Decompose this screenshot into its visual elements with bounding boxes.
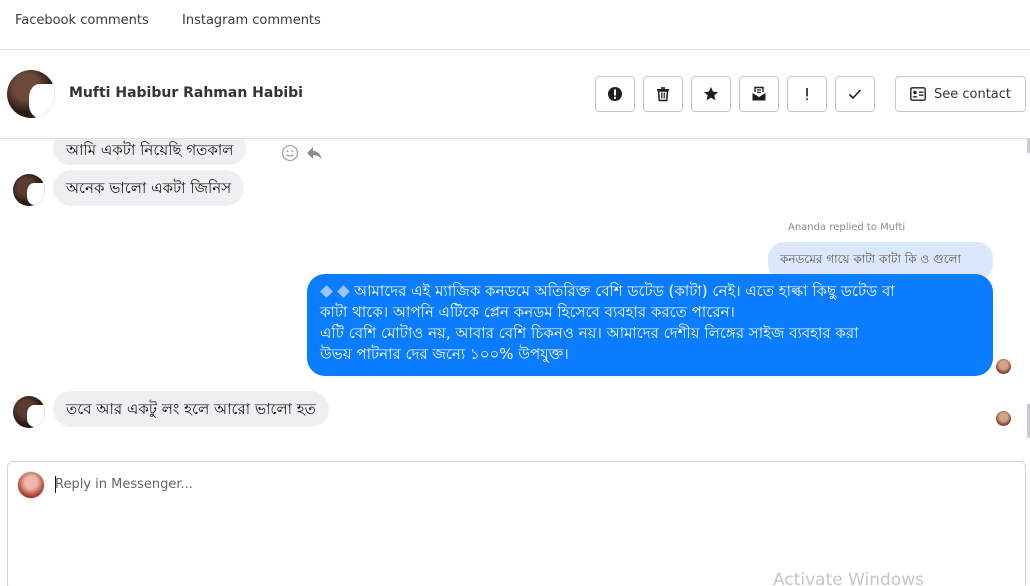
incoming-message[interactable]: আমি একটা নিয়েছি গতকাল	[53, 139, 247, 165]
contact-name[interactable]: Mufti Habibur Rahman Habibi	[69, 85, 303, 101]
message-text: আমি একটা নিয়েছি গতকাল	[66, 141, 234, 159]
message-text: অনেক ভালো একটা জিনিস	[66, 179, 232, 197]
outgoing-message[interactable]: আমাদের এই ম্যাজিক কনডমে অতিরিক্ত বেশি ডট…	[307, 274, 993, 376]
smiley-icon[interactable]	[281, 144, 299, 162]
page-avatar	[17, 471, 45, 499]
reply-input[interactable]	[55, 477, 955, 492]
os-watermark: Activate Windows	[773, 570, 924, 586]
alert-circle-icon	[608, 87, 622, 101]
message-line: আমাদের এই ম্যাজিক কনডমে অতিরিক্ত বেশি ডট…	[320, 281, 981, 302]
contact-avatar-small[interactable]	[13, 174, 45, 206]
contact-avatar[interactable]	[7, 70, 55, 118]
incoming-message[interactable]: তবে আর একটু লং হলে আরো ভালো হত	[53, 391, 329, 427]
incoming-message[interactable]: অনেক ভালো একটা জিনিস	[53, 170, 245, 206]
diamond-icon	[320, 285, 333, 298]
move-to-inbox-button[interactable]	[739, 76, 779, 112]
contact-card-icon	[910, 87, 926, 101]
read-receipt-avatar	[996, 411, 1011, 426]
messenger-inbox: Facebook comments Instagram comments Muf…	[0, 0, 1030, 586]
mark-unread-button[interactable]	[787, 76, 827, 112]
see-contact-label: See contact	[933, 86, 1012, 102]
comment-tabs: Facebook comments Instagram comments	[0, 0, 1030, 50]
message-line: এটি বেশি মোটাও নয়, আবার বেশি চিকনও নয়।…	[320, 324, 859, 342]
delete-button[interactable]	[643, 76, 683, 112]
message-line: কাটা থাকে। আপনি এটিকে প্লেন কনডম হিসেবে …	[320, 303, 735, 321]
message-line: উভয় পাটনার দের জন্যে ১০০% উপযুক্ত।	[320, 345, 569, 363]
exclamation-icon	[806, 88, 808, 101]
inbox-archive-icon	[752, 86, 766, 101]
tab-facebook-comments[interactable]: Facebook comments	[15, 13, 149, 28]
reply-composer	[7, 461, 1026, 586]
read-receipt-avatar	[996, 359, 1011, 374]
diamond-icon	[337, 285, 350, 298]
reply-context-note: Ananda replied to Mufti	[788, 222, 906, 233]
reply-arrow-icon[interactable]	[305, 144, 323, 162]
star-button[interactable]	[691, 76, 731, 112]
message-text: তবে আর একটু লং হলে আরো ভালো হত	[66, 400, 316, 418]
quoted-text: কনডমের গায়ে কাটা কাটা কি ও গুলো	[780, 252, 961, 266]
star-icon	[703, 87, 719, 101]
check-icon	[848, 89, 862, 100]
mark-spam-button[interactable]	[595, 76, 635, 112]
tab-instagram-comments[interactable]: Instagram comments	[182, 13, 321, 28]
message-thread[interactable]: আমি একটা নিয়েছি গতকাল অনেক ভালো একটা জি…	[0, 139, 1030, 461]
conversation-header: Mufti Habibur Rahman Habibi See contact	[0, 50, 1030, 139]
contact-avatar-small[interactable]	[13, 396, 45, 428]
mark-done-button[interactable]	[835, 76, 875, 112]
trash-icon	[657, 87, 669, 102]
see-contact-button[interactable]: See contact	[895, 76, 1026, 112]
